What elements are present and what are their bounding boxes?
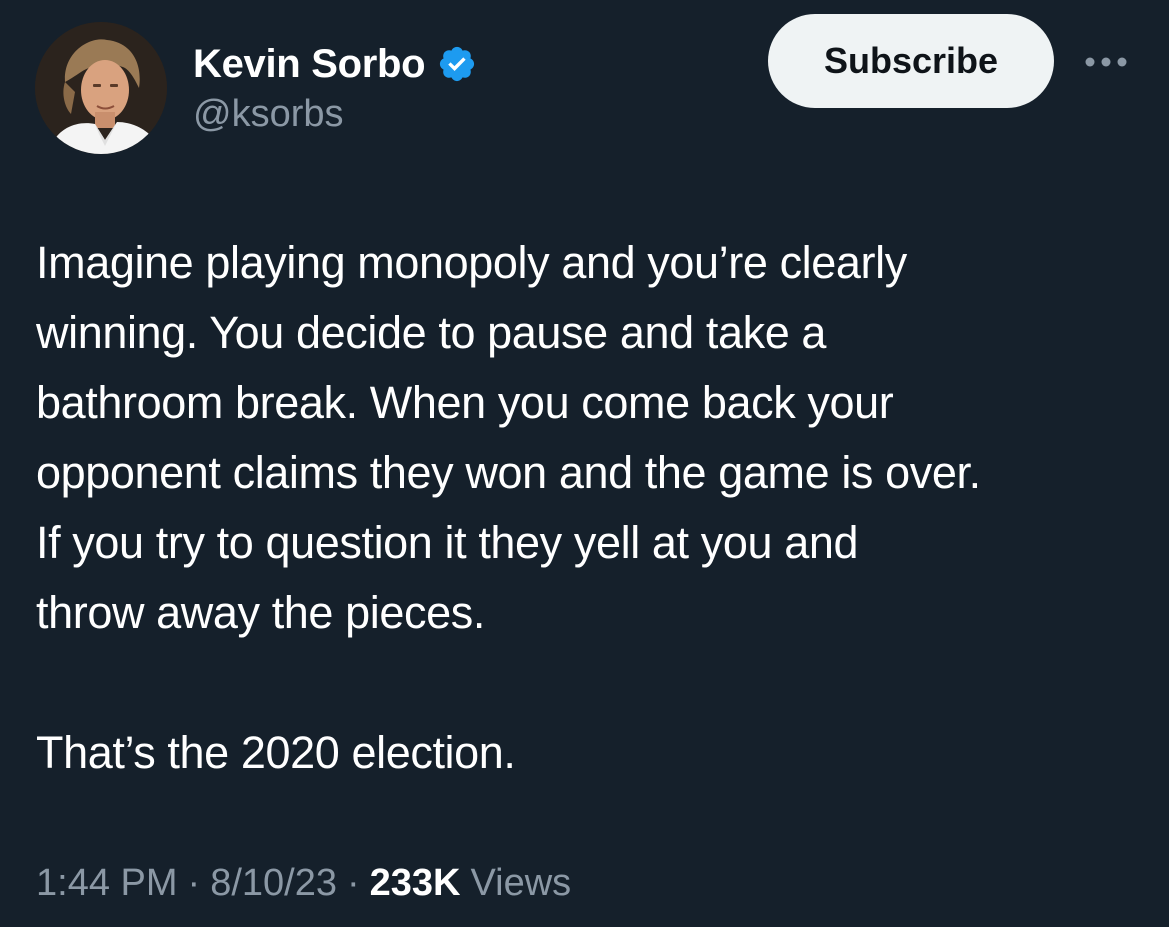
view-count[interactable]: 233K: [370, 862, 461, 905]
tweet-paragraph: That’s the 2020 election.: [36, 727, 516, 778]
author-name-row: Kevin Sorbo: [193, 38, 477, 90]
tweet-paragraph: Imagine playing monopoly and you’re clea…: [36, 237, 981, 638]
tweet-text: Imagine playing monopoly and you’re clea…: [36, 228, 1146, 788]
more-horizontal-icon: [1085, 57, 1127, 67]
verified-badge-icon[interactable]: [437, 44, 477, 84]
tweet-time[interactable]: 1:44 PM: [36, 862, 178, 905]
views-label: Views: [470, 862, 572, 904]
avatar[interactable]: [35, 22, 167, 154]
separator: ·: [187, 862, 201, 904]
tweet-date[interactable]: 8/10/23: [210, 862, 337, 905]
more-options-button[interactable]: [1082, 42, 1130, 82]
author-handle[interactable]: @ksorbs: [193, 93, 344, 136]
separator: ·: [346, 862, 360, 904]
display-name[interactable]: Kevin Sorbo: [193, 42, 426, 87]
tweet-metadata: 1:44 PM · 8/10/23 · 233K Views: [36, 862, 571, 905]
subscribe-button[interactable]: Subscribe: [768, 14, 1054, 108]
profile-photo: [35, 22, 167, 154]
